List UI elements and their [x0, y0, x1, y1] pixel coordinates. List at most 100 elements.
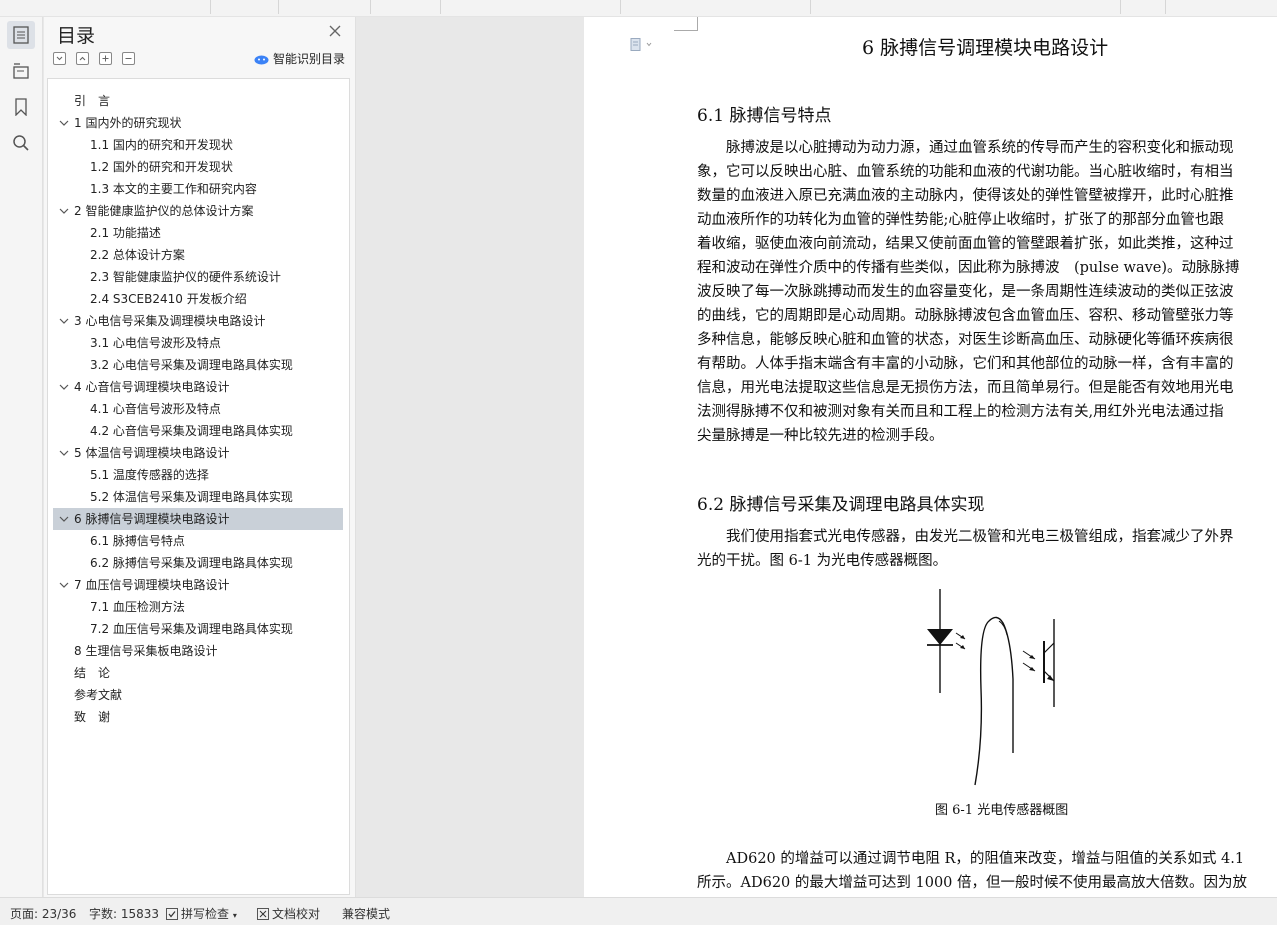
chevron-down-icon[interactable]	[58, 579, 70, 591]
toc-item-label: 6 脉搏信号调理模块电路设计	[74, 512, 230, 526]
toc-toolbar	[53, 52, 135, 66]
text-line: 法测得脉搏不仅和被测对象有关而且和工程上的检测方法有关,用红外光电法通过指	[697, 404, 1224, 420]
toc-item[interactable]: 2.2 总体设计方案	[53, 244, 343, 266]
remove-heading-icon[interactable]	[122, 52, 135, 65]
toc-item-label: 7.1 血压检测方法	[90, 600, 185, 614]
toc-item[interactable]: 7.1 血压检测方法	[53, 596, 343, 618]
nav-rail	[0, 17, 43, 897]
compat-mode[interactable]: 兼容模式	[342, 905, 390, 922]
chevron-down-icon[interactable]	[58, 117, 70, 129]
search-icon[interactable]	[7, 129, 35, 157]
toc-icon[interactable]	[7, 21, 35, 49]
toc-item[interactable]: 2 智能健康监护仪的总体设计方案	[53, 200, 343, 222]
toc-item[interactable]: 参考文献	[53, 684, 343, 706]
text-line: 光的干扰。图 6-1 为光电传感器概图。	[697, 553, 948, 569]
page-corner-mark	[674, 17, 698, 31]
checkbox-icon	[166, 908, 178, 920]
toc-item-label: 结 论	[74, 666, 111, 680]
section-6-2-continued-body: AD620 的增益可以通过调节电阻 R，的阻值来改变，增益与阻值的关系如式 4.…	[697, 847, 1277, 895]
toc-item[interactable]: 5.1 温度传感器的选择	[53, 464, 343, 486]
page-indicator[interactable]: 页面: 23/36	[10, 905, 76, 922]
text-line: 象，它可以反映出心脏、血管系统的功能和血液的代谢功能。当心脏收缩时，有相当	[697, 164, 1234, 180]
text-line: 波反映了每一次脉跳搏动而发生的血容量变化，是一条周期性连续波动的类似正弦波	[697, 284, 1234, 300]
toc-item-label: 5.1 温度传感器的选择	[90, 468, 209, 482]
toc-item[interactable]: 7 血压信号调理模块电路设计	[53, 574, 343, 596]
bookmark-icon[interactable]	[7, 93, 35, 121]
section-6-1-body: 脉搏波是以心脏搏动为动力源，通过血管系统的传导而产生的容积变化和振动现 象，它可以…	[697, 136, 1277, 448]
chevron-down-icon[interactable]	[58, 447, 70, 459]
doc-proof-icon	[257, 908, 269, 920]
toc-item[interactable]: 2.1 功能描述	[53, 222, 343, 244]
toc-item[interactable]: 1.1 国内的研究和开发现状	[53, 134, 343, 156]
toc-item[interactable]: 6.2 脉搏信号采集及调理电路具体实现	[53, 552, 343, 574]
toc-item-label: 4 心音信号调理模块电路设计	[74, 380, 230, 394]
doc-proof-button[interactable]: 文档校对	[257, 905, 320, 922]
figure-caption: 图 6-1 光电传感器概图	[935, 803, 1069, 818]
text-line: 着收缩，驱使血液向前流动，结果又使前面血管的管壁跟着扩张，如此类推，这种过	[697, 236, 1234, 252]
text-line: 的曲线，它的周期即是心动周期。动脉脉搏波包含血管血压、容积、移动管壁张力等	[697, 308, 1234, 324]
outline-icon[interactable]	[7, 57, 35, 85]
toc-item[interactable]: 3.1 心电信号波形及特点	[53, 332, 343, 354]
toc-item[interactable]: 引 言	[53, 90, 343, 112]
toc-item-label: 1 国内外的研究现状	[74, 116, 182, 130]
toc-item[interactable]: 4 心音信号调理模块电路设计	[53, 376, 343, 398]
page-menu-icon[interactable]	[630, 37, 654, 56]
chevron-down-icon[interactable]	[58, 513, 70, 525]
toc-item-label: 6.1 脉搏信号特点	[90, 534, 185, 548]
toc-item-label: 1.3 本文的主要工作和研究内容	[90, 182, 257, 196]
toc-item-label: 3.1 心电信号波形及特点	[90, 336, 221, 350]
text-line: 脉搏波是以心脏搏动为动力源，通过血管系统的传导而产生的容积变化和振动现	[697, 140, 1234, 156]
chevron-down-icon[interactable]	[58, 381, 70, 393]
toc-item-label: 5 体温信号调理模块电路设计	[74, 446, 230, 460]
toc-item[interactable]: 1.2 国外的研究和开发现状	[53, 156, 343, 178]
text-line: 有帮助。人体手指末端含有丰富的小动脉，它们和其他部位的动脉一样，含有丰富的	[697, 356, 1234, 372]
toc-item-label: 2.2 总体设计方案	[90, 248, 185, 262]
toc-list: 引 言 1 国内外的研究现状 1.1 国内的研究和开发现状 1.2 国外的研究和开发现…	[47, 78, 350, 895]
toc-title: 目录	[57, 25, 96, 47]
section-title-6-2: 6.2 脉搏信号采集及调理电路具体实现	[697, 495, 985, 515]
section-title-6-1: 6.1 脉搏信号特点	[697, 106, 832, 126]
text-line: 尖量脉搏是一种比较先进的检测手段。	[697, 428, 944, 444]
toc-item[interactable]: 6 脉搏信号调理模块电路设计	[53, 508, 343, 530]
word-count[interactable]: 字数: 15833	[89, 905, 159, 922]
toc-item[interactable]: 4.1 心音信号波形及特点	[53, 398, 343, 420]
document-page: 6 脉搏信号调理模块电路设计 6.1 脉搏信号特点 脉搏波是以心脏搏动为动力源，…	[584, 17, 1277, 897]
close-icon[interactable]	[328, 23, 344, 39]
toc-item[interactable]: 5.2 体温信号采集及调理电路具体实现	[53, 486, 343, 508]
text-line: 程和波动在弹性介质中的传播有些类似，因此称为脉搏波 (pulse wave)。动…	[697, 260, 1240, 276]
toc-item-label: 7.2 血压信号采集及调理电路具体实现	[90, 622, 293, 636]
toc-item-label: 致 谢	[74, 710, 111, 724]
toc-item-label: 2.3 智能健康监护仪的硬件系统设计	[90, 270, 281, 284]
toc-item[interactable]: 2.3 智能健康监护仪的硬件系统设计	[53, 266, 343, 288]
expand-up-icon[interactable]	[76, 52, 89, 65]
add-heading-icon[interactable]	[99, 52, 112, 65]
text-line: AD620 的增益可以通过调节电阻 R，的阻值来改变，增益与阻值的关系如式 4.…	[697, 851, 1245, 867]
toc-item[interactable]: 3 心电信号采集及调理模块电路设计	[53, 310, 343, 332]
toc-item[interactable]: 5 体温信号调理模块电路设计	[53, 442, 343, 464]
toc-item-label: 1.1 国内的研究和开发现状	[90, 138, 233, 152]
collapse-all-icon[interactable]	[53, 52, 66, 65]
doc-proof-label: 文档校对	[272, 907, 321, 921]
toc-item-label: 2 智能健康监护仪的总体设计方案	[74, 204, 254, 218]
toc-item[interactable]: 8 生理信号采集板电路设计	[53, 640, 343, 662]
toc-item-label: 5.2 体温信号采集及调理电路具体实现	[90, 490, 293, 504]
toc-item[interactable]: 7.2 血压信号采集及调理电路具体实现	[53, 618, 343, 640]
section-6-2-body: 我们使用指套式光电传感器，由发光二极管和光电三极管组成，指套减少了外界 光的干扰。…	[697, 525, 1277, 573]
smart-toc-button[interactable]: 智能识别目录	[254, 50, 345, 67]
toc-item-label: 3.2 心电信号采集及调理电路具体实现	[90, 358, 293, 372]
toc-item[interactable]: 1 国内外的研究现状	[53, 112, 343, 134]
text-line: 多种信息，能够反映心脏和血管的状态，对医生诊断高血压、动脉硬化等循环疾病很	[697, 332, 1234, 348]
toc-item[interactable]: 4.2 心音信号采集及调理电路具体实现	[53, 420, 343, 442]
toc-item[interactable]: 结 论	[53, 662, 343, 684]
toc-item[interactable]: 3.2 心电信号采集及调理电路具体实现	[53, 354, 343, 376]
chevron-down-icon[interactable]	[58, 315, 70, 327]
toc-item[interactable]: 致 谢	[53, 706, 343, 728]
toc-item[interactable]: 6.1 脉搏信号特点	[53, 530, 343, 552]
toc-item[interactable]: 1.3 本文的主要工作和研究内容	[53, 178, 343, 200]
chevron-down-icon: ▾	[232, 911, 237, 920]
toc-item[interactable]: 2.4 S3CEB2410 开发板介绍	[53, 288, 343, 310]
cloud-icon	[254, 55, 269, 64]
spell-check-button[interactable]: 拼写检查 ▾	[166, 905, 237, 922]
text-line: 动血液所作的功转化为血管的弹性势能;心脏停止收缩时，扩张了的那部分血管也跟	[697, 212, 1224, 228]
chevron-down-icon[interactable]	[58, 205, 70, 217]
